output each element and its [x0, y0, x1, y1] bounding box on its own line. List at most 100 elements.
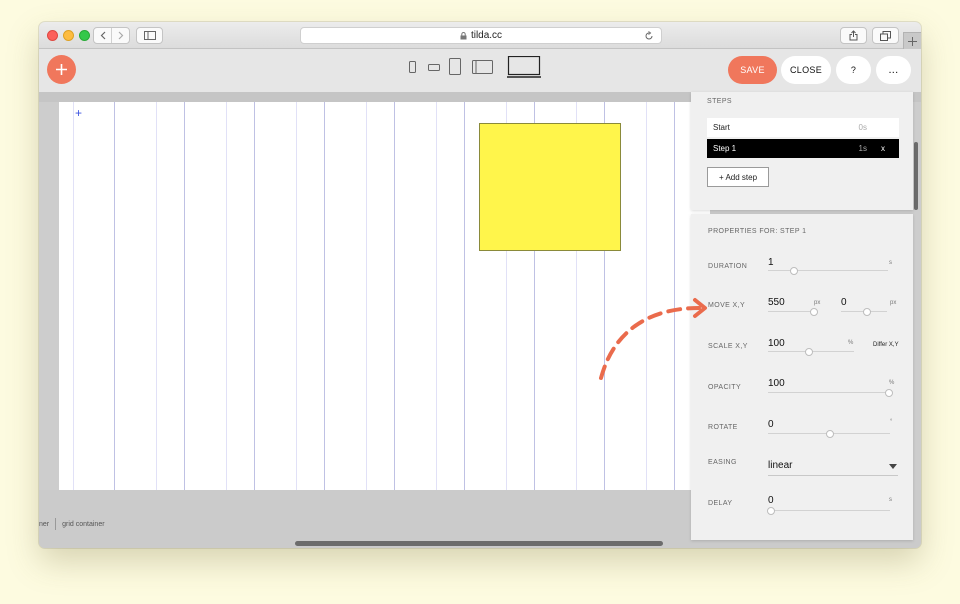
- forward-button[interactable]: [111, 28, 129, 43]
- chevron-left-icon: [100, 31, 105, 40]
- delay-input[interactable]: 0: [768, 495, 774, 506]
- steps-heading: STEPS: [707, 98, 732, 105]
- share-icon: [849, 30, 858, 41]
- animation-panel: STEPS Start 0s Step 1 1s x + Add step PR…: [690, 92, 914, 540]
- tablet-portrait-icon: [449, 58, 461, 75]
- tablet-landscape-button[interactable]: [472, 60, 493, 74]
- panel-scrollbar[interactable]: [914, 142, 918, 210]
- more-button[interactable]: ...: [876, 56, 911, 84]
- grid-column-line: [366, 102, 367, 490]
- properties-heading: PROPERTIES FOR: STEP 1: [708, 228, 807, 235]
- step-duration: 0s: [858, 123, 867, 132]
- grid-column-line: [156, 102, 157, 490]
- share-button[interactable]: [840, 27, 867, 44]
- address-bar[interactable]: tilda.cc: [300, 27, 662, 44]
- grid-column-line: [296, 102, 297, 490]
- chevron-right-icon: [118, 31, 123, 40]
- move-x-slider-knob[interactable]: [810, 308, 818, 316]
- add-element-button[interactable]: [47, 55, 76, 84]
- remove-step-button[interactable]: x: [881, 144, 885, 153]
- delay-slider-knob[interactable]: [767, 507, 775, 515]
- move-x-unit: px: [814, 300, 821, 306]
- rotate-input[interactable]: 0: [768, 419, 774, 430]
- tablet-landscape-icon: [472, 60, 493, 74]
- rotate-label: ROTATE: [708, 424, 738, 431]
- step-row-step-1[interactable]: Step 1 1s x: [707, 139, 899, 158]
- grid-column-line: [226, 102, 227, 490]
- opacity-input[interactable]: 100: [768, 378, 785, 389]
- breadcrumb-separator: [55, 518, 57, 530]
- sidebar-button[interactable]: [136, 27, 163, 44]
- step-duration: 1s: [858, 144, 867, 153]
- new-tab-button[interactable]: [903, 32, 921, 49]
- lock-icon: [460, 31, 467, 39]
- grid-column-line: [254, 102, 255, 490]
- duration-input[interactable]: 1: [768, 257, 774, 268]
- duration-slider[interactable]: [768, 270, 888, 271]
- move-x-slider[interactable]: [768, 311, 814, 312]
- save-button[interactable]: SAVE: [728, 56, 777, 84]
- maximize-window-button[interactable]: [79, 30, 90, 41]
- breadcrumb: ner grid container: [39, 518, 105, 530]
- phone-landscape-button[interactable]: [428, 64, 440, 71]
- scale-slider-knob[interactable]: [805, 348, 813, 356]
- origin-crosshair-icon: +: [75, 106, 83, 120]
- back-button[interactable]: [94, 28, 111, 43]
- chevron-down-icon[interactable]: [889, 464, 897, 469]
- horizontal-scrollbar[interactable]: [295, 541, 663, 546]
- move-y-unit: px: [890, 300, 897, 306]
- reload-icon[interactable]: [644, 31, 654, 41]
- grid-column-line: [73, 102, 74, 490]
- tabs-icon: [880, 30, 891, 41]
- history-nav: [93, 27, 130, 44]
- close-window-button[interactable]: [47, 30, 58, 41]
- differ-xy-toggle[interactable]: Differ X,Y: [873, 342, 899, 348]
- move-y-input[interactable]: 0: [841, 297, 847, 308]
- scale-input[interactable]: 100: [768, 338, 785, 349]
- grid-column-line: [184, 102, 185, 490]
- grid-column-line: [324, 102, 325, 490]
- step-name: Start: [713, 123, 730, 132]
- move-x-input[interactable]: 550: [768, 297, 785, 308]
- grid-column-line: [394, 102, 395, 490]
- grid-column-line: [114, 102, 115, 490]
- help-button[interactable]: ?: [836, 56, 871, 84]
- add-step-button[interactable]: + Add step: [707, 167, 769, 187]
- scale-unit: %: [848, 340, 854, 346]
- grid-column-line: [464, 102, 465, 490]
- duration-slider-knob[interactable]: [790, 267, 798, 275]
- yellow-rectangle-element[interactable]: [479, 123, 621, 251]
- step-row-start[interactable]: Start 0s: [707, 118, 899, 137]
- annotation-arrow-icon: [599, 298, 707, 380]
- opacity-unit: %: [889, 380, 895, 386]
- minimize-window-button[interactable]: [63, 30, 74, 41]
- delay-unit: s: [889, 497, 892, 503]
- phone-portrait-icon: [409, 61, 416, 73]
- editor-toolbar: SAVE CLOSE ? ...: [39, 49, 921, 92]
- easing-underline: [768, 475, 898, 476]
- plus-icon: [908, 36, 917, 46]
- phone-landscape-icon: [428, 64, 440, 71]
- steps-card: STEPS Start 0s Step 1 1s x + Add step: [691, 92, 913, 210]
- tablet-portrait-button[interactable]: [449, 58, 461, 75]
- tabs-overview-button[interactable]: [872, 27, 899, 44]
- easing-select[interactable]: linear: [768, 460, 792, 471]
- properties-card: PROPERTIES FOR: STEP 1 DURATION 1 s MOVE…: [691, 214, 913, 540]
- laptop-icon: [507, 56, 541, 78]
- laptop-button[interactable]: [507, 56, 541, 78]
- phone-portrait-button[interactable]: [409, 61, 416, 73]
- opacity-slider[interactable]: [768, 392, 890, 393]
- close-button[interactable]: CLOSE: [781, 56, 831, 84]
- step-name: Step 1: [713, 144, 737, 153]
- breadcrumb-item[interactable]: grid container: [62, 521, 104, 528]
- grid-column-line: [436, 102, 437, 490]
- opacity-slider-knob[interactable]: [885, 389, 893, 397]
- easing-label: EASING: [708, 459, 737, 466]
- breadcrumb-item[interactable]: ner: [39, 521, 49, 528]
- delay-slider[interactable]: [768, 510, 890, 511]
- duration-label: DURATION: [708, 263, 748, 270]
- move-y-slider-knob[interactable]: [863, 308, 871, 316]
- sidebar-icon: [143, 31, 156, 40]
- rotate-unit: °: [890, 419, 893, 425]
- rotate-slider-knob[interactable]: [826, 430, 834, 438]
